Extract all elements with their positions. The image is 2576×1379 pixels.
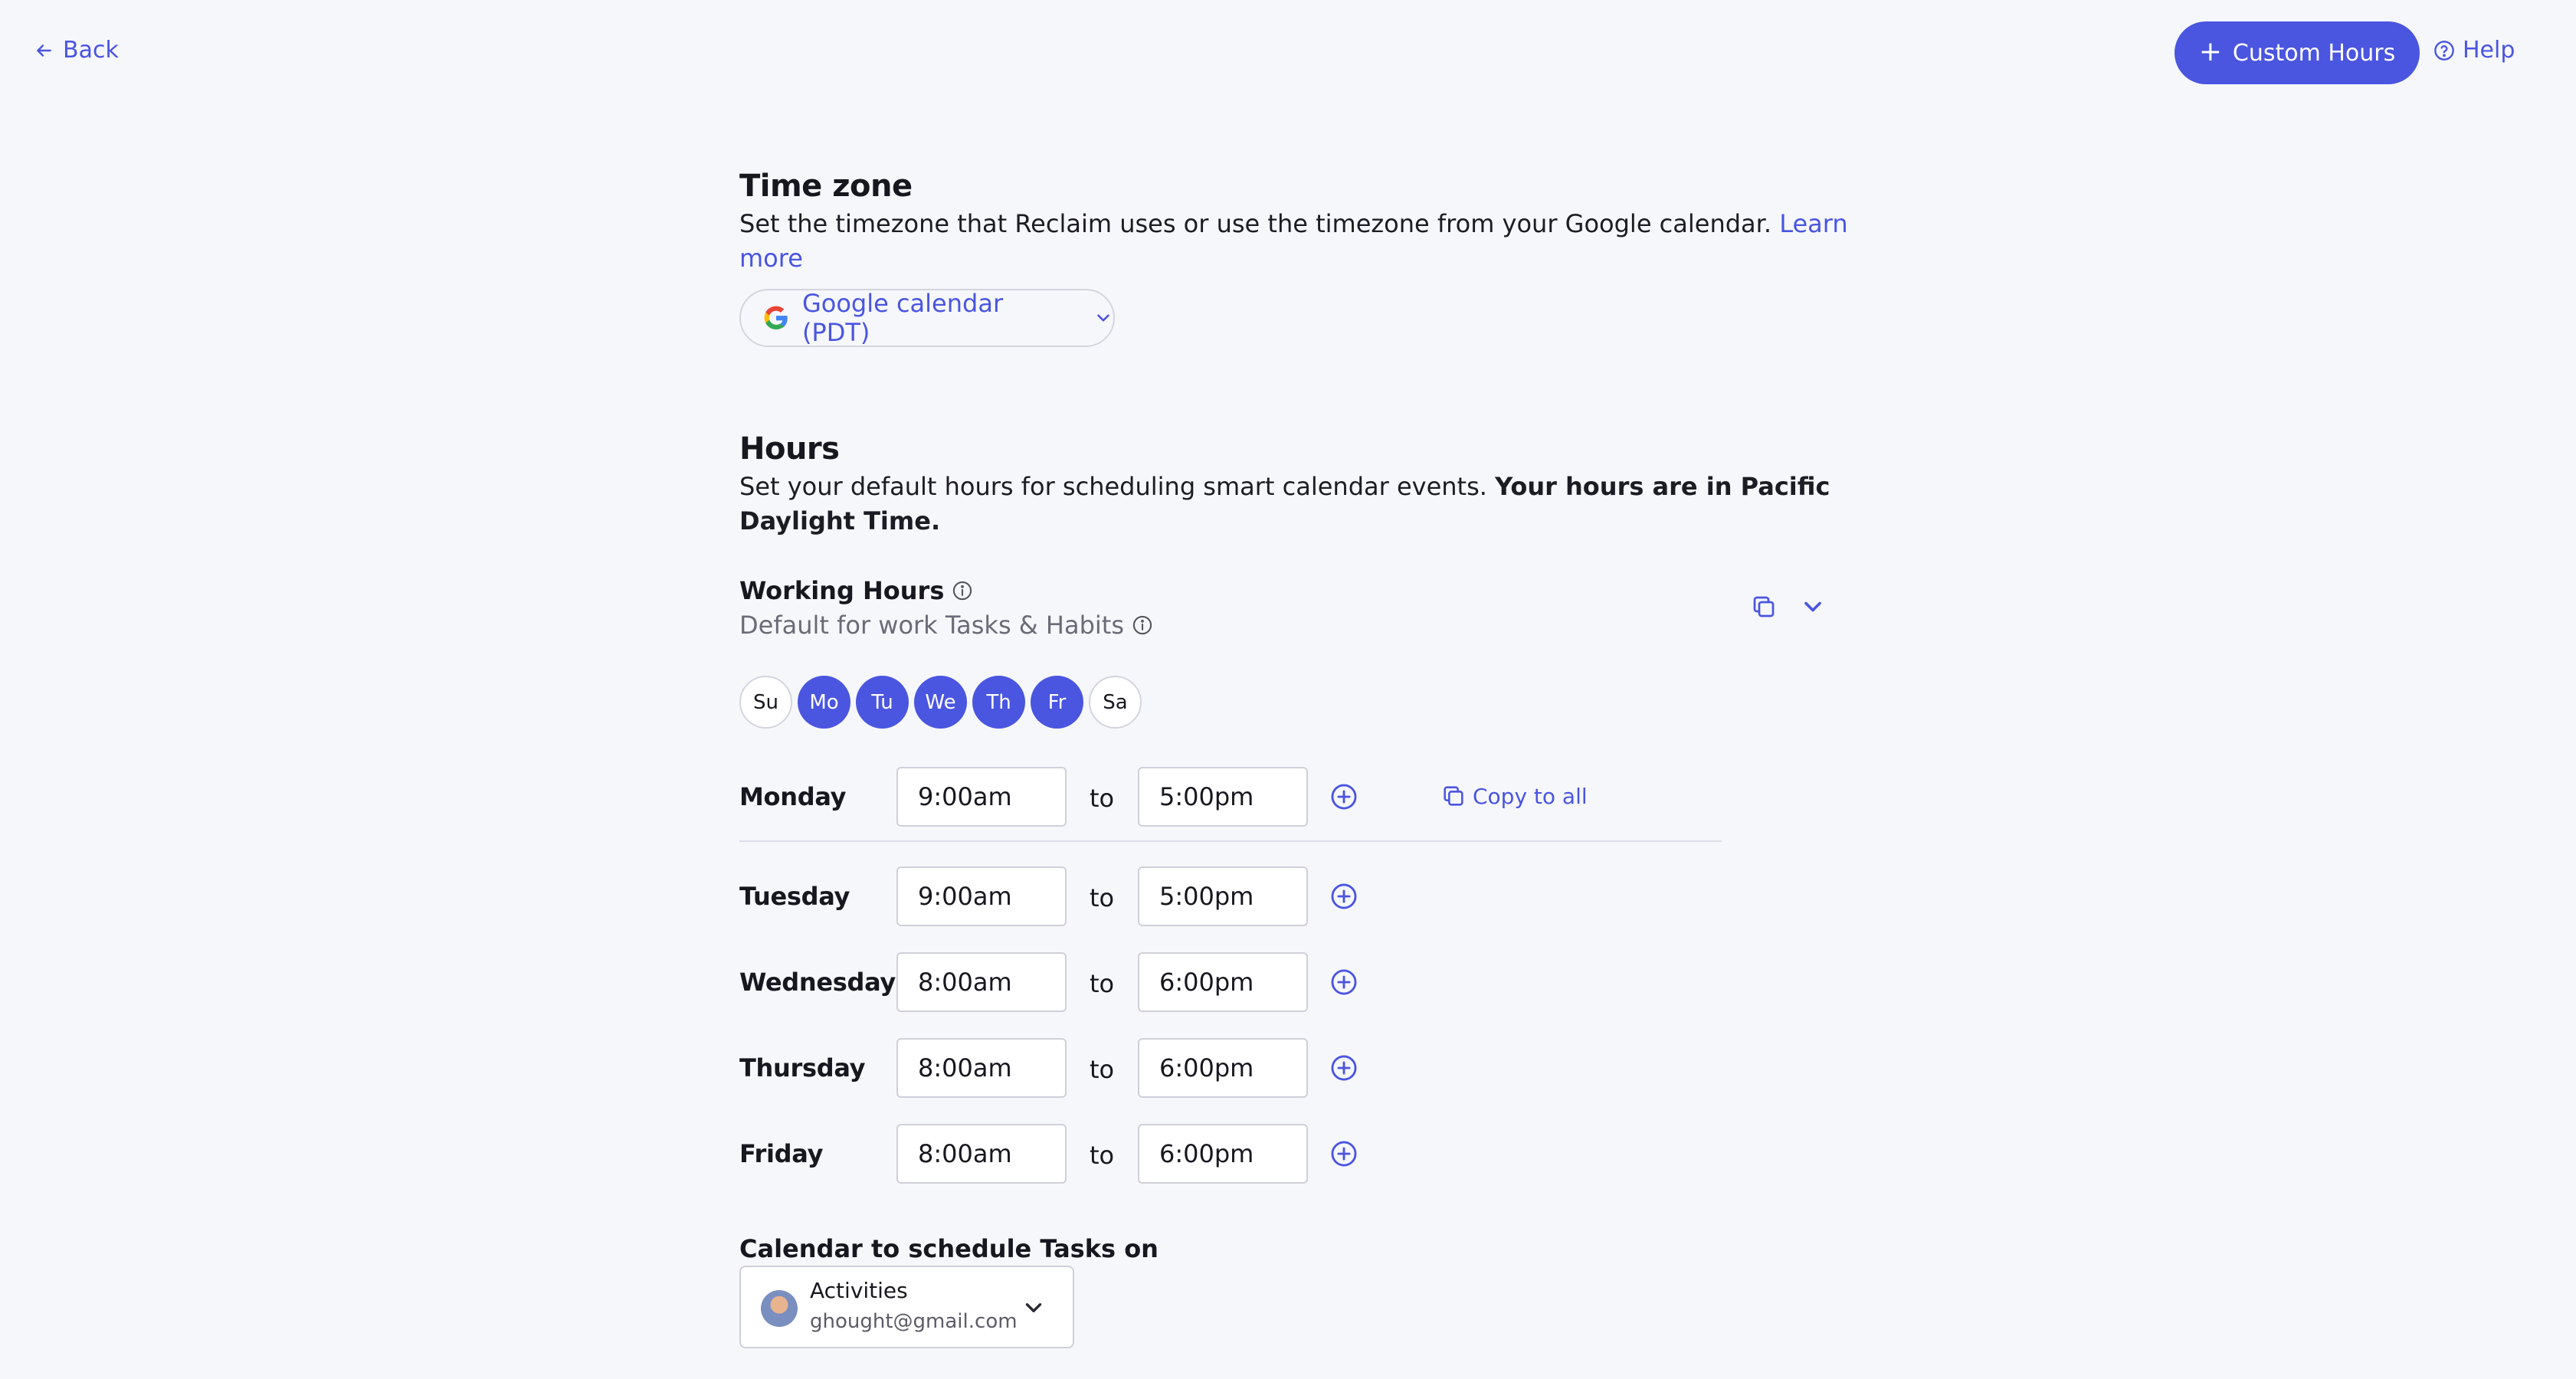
to-label: to (1090, 1141, 1115, 1170)
duplicate-icon[interactable] (1750, 593, 1778, 621)
start-time-input[interactable]: 8:00am (896, 1038, 1067, 1098)
custom-hours-button[interactable]: + Custom Hours (2175, 21, 2420, 84)
avatar (761, 1290, 798, 1327)
to-label: to (1090, 969, 1115, 998)
hours-description: Set your default hours for scheduling sm… (739, 470, 1858, 539)
info-icon[interactable] (952, 580, 973, 601)
day-toggle-tuesday[interactable]: Tu (856, 676, 909, 729)
timezone-selected: Google calendar (PDT) (801, 289, 1004, 347)
copy-to-all-label: Copy to all (1473, 783, 1588, 809)
day-toggle-sunday[interactable]: Su (739, 676, 792, 729)
page: Back + Custom Hours Help Time zone Set t… (0, 0, 2576, 1379)
plus-icon: + (2198, 35, 2222, 67)
hours-row-wednesday: Wednesday 8:00am to 6:00pm (739, 952, 1735, 1012)
to-label: to (1090, 883, 1115, 912)
calendar-select[interactable]: Activities ghought@gmail.com (739, 1266, 1074, 1348)
timezone-description-text: Set the timezone that Reclaim uses or us… (739, 209, 1772, 238)
day-toggle-friday[interactable]: Fr (1031, 676, 1083, 729)
help-circle-icon (2434, 40, 2454, 61)
working-hours-subtitle-text: Default for work Tasks & Habits (739, 611, 1124, 640)
working-hours-title: Working Hours (739, 576, 973, 605)
timezone-title: Time zone (739, 169, 913, 204)
hours-description-text: Set your default hours for scheduling sm… (739, 472, 1487, 501)
timezone-description: Set the timezone that Reclaim uses or us… (739, 207, 1858, 276)
add-time-range-icon[interactable] (1329, 1139, 1358, 1168)
start-time-input[interactable]: 9:00am (896, 767, 1067, 827)
add-time-range-icon[interactable] (1329, 882, 1358, 911)
start-time-input[interactable]: 8:00am (896, 952, 1067, 1012)
day-selector: Su Mo Tu We Th Fr Sa (739, 676, 1142, 729)
end-time-input[interactable]: 6:00pm (1138, 1124, 1308, 1184)
help-button[interactable]: Help (2433, 37, 2515, 64)
to-label: to (1090, 784, 1115, 813)
to-label: to (1090, 1055, 1115, 1084)
day-label: Friday (739, 1139, 824, 1168)
day-toggle-monday[interactable]: Mo (798, 676, 850, 729)
end-time-input[interactable]: 5:00pm (1138, 767, 1308, 827)
day-toggle-thursday[interactable]: Th (972, 676, 1025, 729)
copy-to-all-button[interactable]: Copy to all (1440, 783, 1588, 809)
chevron-down-icon (1025, 1303, 1042, 1312)
add-time-range-icon[interactable] (1329, 1053, 1358, 1083)
custom-hours-label: Custom Hours (2232, 39, 2396, 67)
hours-title: Hours (739, 431, 840, 467)
day-label: Monday (739, 782, 847, 811)
hours-row-monday: Monday 9:00am to 5:00pm Copy to all (739, 767, 1735, 827)
start-time-input[interactable]: 8:00am (896, 1124, 1067, 1184)
google-logo-icon (764, 306, 788, 329)
day-label: Wednesday (739, 968, 896, 997)
day-toggle-saturday[interactable]: Sa (1089, 676, 1142, 729)
working-hours-label: Working Hours (739, 576, 945, 605)
calendar-title: Calendar to schedule Tasks on (739, 1234, 1159, 1263)
end-time-input[interactable]: 6:00pm (1138, 952, 1308, 1012)
info-icon[interactable] (1132, 614, 1153, 636)
hours-row-thursday: Thursday 8:00am to 6:00pm (739, 1038, 1735, 1098)
day-label: Tuesday (739, 882, 850, 911)
back-button[interactable]: Back (34, 37, 119, 64)
hours-row-friday: Friday 8:00am to 6:00pm (739, 1124, 1735, 1184)
end-time-input[interactable]: 6:00pm (1138, 1038, 1308, 1098)
calendar-name: Activities (810, 1278, 908, 1303)
hours-row-tuesday: Tuesday 9:00am to 5:00pm (739, 866, 1735, 926)
back-label: Back (63, 37, 119, 64)
add-time-range-icon[interactable] (1329, 782, 1358, 811)
arrow-left-icon (37, 44, 51, 57)
timezone-select[interactable]: Google calendar (PDT) (739, 289, 1115, 347)
chevron-down-icon (1097, 314, 1109, 322)
help-label: Help (2463, 37, 2515, 64)
add-time-range-icon[interactable] (1329, 968, 1358, 997)
calendar-email: ghought@gmail.com (810, 1310, 1018, 1333)
day-toggle-wednesday[interactable]: We (914, 676, 967, 729)
chevron-down-icon[interactable] (1799, 593, 1827, 621)
copy-icon (1444, 786, 1463, 806)
day-label: Thursday (739, 1053, 866, 1083)
working-hours-subtitle: Default for work Tasks & Habits (739, 611, 1153, 640)
start-time-input[interactable]: 9:00am (896, 866, 1067, 926)
end-time-input[interactable]: 5:00pm (1138, 866, 1308, 926)
divider (739, 840, 1722, 842)
